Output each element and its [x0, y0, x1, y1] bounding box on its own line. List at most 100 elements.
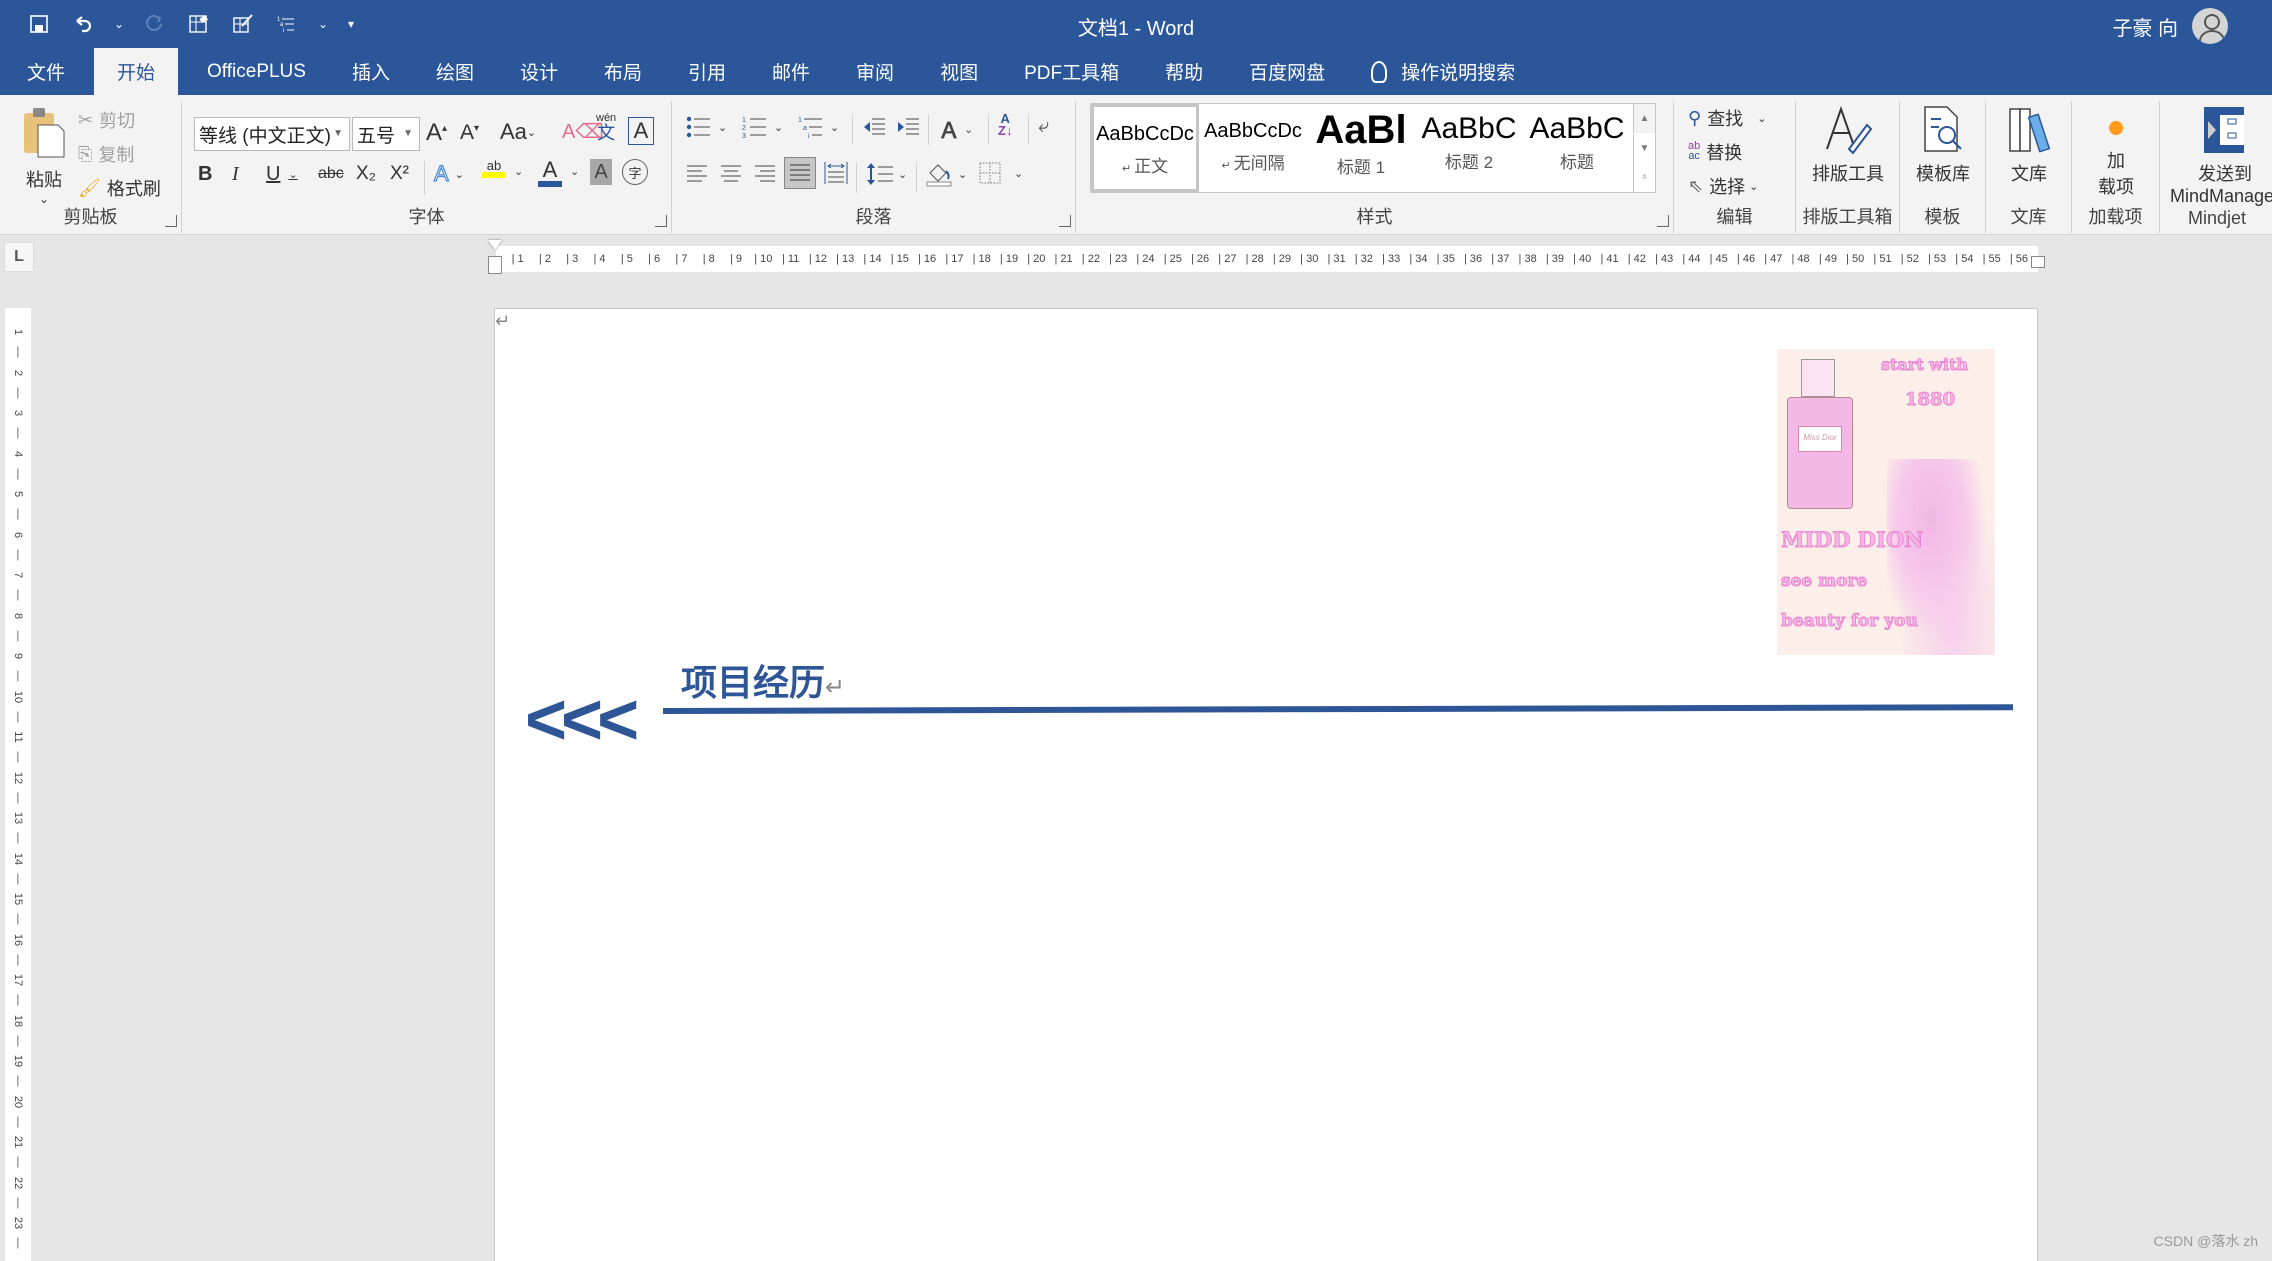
right-indent-handle[interactable]	[2031, 256, 2045, 268]
layout-tools-button[interactable]: 排版工具	[1796, 105, 1900, 186]
gallery-scroll-down-icon[interactable]: ▼	[1633, 134, 1655, 163]
ruler-tick: —	[12, 549, 24, 560]
font-size-combo[interactable]: 五号 ▼	[352, 117, 420, 151]
send-to-mindmanager-button[interactable]: 发送到 MindManager	[2160, 105, 2272, 207]
copy-button[interactable]: ⎘ 复制	[78, 141, 134, 167]
inserted-poster-image[interactable]: Miss Dior start with 1880 MIDD DION see …	[1777, 349, 1995, 655]
character-border-button[interactable]: A	[628, 117, 654, 145]
tab-insert[interactable]: 插入	[329, 48, 413, 95]
tell-me-search[interactable]: 操作说明搜索	[1348, 48, 1538, 95]
gallery-scroll-up-icon[interactable]: ▲	[1633, 104, 1655, 133]
user-name: 子豪 向	[2112, 17, 2178, 40]
svg-text:a: a	[803, 125, 807, 132]
italic-button[interactable]: I	[232, 163, 239, 186]
tab-selector[interactable]: L	[4, 242, 34, 272]
line-spacing-button[interactable]: ⌄	[866, 161, 907, 187]
tab-baidu-netdisk[interactable]: 百度网盘	[1226, 48, 1348, 95]
library-button[interactable]: 文库	[1986, 105, 2072, 186]
font-launcher-icon[interactable]	[655, 215, 667, 227]
text-effects-button[interactable]: A ⌄	[433, 160, 463, 187]
ruler-tick-label: 22	[12, 1176, 24, 1189]
show-marks-button[interactable]: ⤶	[1038, 115, 1049, 138]
format-painter-button[interactable]: 🖌 格式刷	[78, 175, 161, 201]
font-color-dropdown-icon[interactable]: ⌄	[570, 165, 579, 178]
style-title[interactable]: AaBbC 标题	[1523, 104, 1631, 192]
align-center-button[interactable]	[720, 163, 742, 185]
paragraph-mark-icon: ⤶	[1038, 115, 1050, 137]
highlight-button[interactable]: ab	[482, 159, 506, 178]
chinese-layout-icon: Ａ	[938, 118, 961, 143]
align-right-button[interactable]	[754, 163, 776, 185]
superscript-button[interactable]: X²	[390, 163, 409, 185]
find-button[interactable]: ⚲ 查找 ⌄	[1688, 105, 1766, 131]
cut-button[interactable]: ✂ 剪切	[78, 107, 135, 133]
bold-button[interactable]: B	[198, 163, 212, 186]
grow-font-button[interactable]: A▴	[426, 119, 447, 147]
highlight-dropdown-icon[interactable]: ⌄	[514, 165, 523, 178]
styles-launcher-icon[interactable]	[1657, 215, 1669, 227]
tab-review[interactable]: 审阅	[833, 48, 917, 95]
shading-button[interactable]: ⌄	[926, 161, 967, 187]
tell-me-label: 操作说明搜索	[1401, 63, 1516, 84]
shrink-font-button[interactable]: A▾	[460, 121, 479, 145]
tab-draw[interactable]: 绘图	[413, 48, 497, 95]
user-avatar-icon[interactable]	[2192, 8, 2228, 44]
justify-button[interactable]	[784, 157, 816, 189]
ruler-tick-label: 8	[12, 612, 24, 619]
style-normal[interactable]: AaBbCcDc ↵ 正文	[1091, 104, 1199, 192]
font-color-button[interactable]: A	[538, 159, 562, 187]
tab-home[interactable]: 开始	[94, 48, 179, 95]
vertical-ruler[interactable]: 1 — 2 — 3 — 4 — 5 — 6 — 7 — 8 — 9 — 10 — 11 — 12 — 13 — 14 — 15 — 16 — 1…	[5, 308, 31, 1261]
bullets-button[interactable]: ⌄	[686, 115, 727, 139]
style-heading-1[interactable]: AaBl 标题 1	[1307, 104, 1415, 192]
replace-button[interactable]: ab ac 替换	[1688, 139, 1742, 165]
first-line-indent-handle[interactable]	[488, 240, 502, 250]
tab-design[interactable]: 设计	[497, 48, 581, 95]
gallery-more-icon[interactable]: ⩡	[1633, 163, 1655, 192]
paste-button[interactable]: 粘贴 ⌄	[16, 105, 72, 206]
character-shading-button[interactable]: A	[590, 159, 612, 185]
clipboard-launcher-icon[interactable]	[165, 215, 177, 227]
enclose-characters-button[interactable]: 字	[622, 159, 648, 185]
chinese-layout-button[interactable]: Ａ ⌄	[938, 113, 973, 145]
subscript-button[interactable]: X₂	[356, 163, 376, 185]
change-case-button[interactable]: Aa ⌄	[500, 119, 536, 145]
ruler-tick-label: | 10	[754, 253, 773, 265]
underline-button[interactable]: U ⌄	[266, 163, 298, 186]
template-library-button[interactable]: 模板库	[1900, 105, 1986, 186]
user-account[interactable]: 子豪 向	[2112, 8, 2228, 44]
svg-text:i: i	[808, 133, 810, 139]
select-button[interactable]: ⇖ 选择 ⌄	[1688, 173, 1758, 199]
tab-officeplus[interactable]: OfficePLUS	[184, 48, 329, 95]
character-border-icon: A	[633, 118, 649, 143]
section-heading[interactable]: 项目经历↵	[681, 654, 845, 706]
sort-button[interactable]: A Z↓	[998, 112, 1012, 136]
document-search-icon	[1924, 106, 1962, 152]
document-page[interactable]: ↵ Miss Dior start with 1880 MIDD DION se…	[494, 308, 2038, 1261]
strikethrough-button[interactable]: abc	[318, 165, 344, 183]
tab-mailings[interactable]: 邮件	[749, 48, 833, 95]
tab-layout[interactable]: 布局	[581, 48, 665, 95]
tab-help[interactable]: 帮助	[1142, 48, 1226, 95]
tab-file[interactable]: 文件	[4, 48, 88, 95]
phonetic-guide-button[interactable]: wén 文	[596, 113, 616, 143]
align-left-button[interactable]	[686, 163, 708, 185]
style-heading-2[interactable]: AaBbC 标题 2	[1415, 104, 1523, 192]
paragraph-launcher-icon[interactable]	[1059, 215, 1071, 227]
decrease-indent-button[interactable]	[862, 115, 886, 139]
horizontal-ruler[interactable]: | 1 | 2 | 3 | 4 | 5 | 6 | 7 | 8 | 9 | 10 | 11 | 12 |…	[496, 246, 2038, 272]
addins-button[interactable]: 加 载项	[2072, 105, 2160, 199]
tab-view[interactable]: 视图	[917, 48, 1001, 95]
left-indent-handle[interactable]	[488, 256, 502, 274]
multilevel-list-icon: 1ai	[798, 117, 822, 139]
font-name-combo[interactable]: 等线 (中文正文) ▼	[194, 117, 350, 151]
borders-button[interactable]: ⌄	[978, 161, 1023, 185]
increase-indent-button[interactable]	[896, 115, 920, 139]
distributed-button[interactable]	[824, 161, 848, 185]
tab-pdf-toolbox[interactable]: PDF工具箱	[1001, 48, 1142, 95]
chevron-decoration: <<<	[525, 680, 639, 760]
tab-references[interactable]: 引用	[665, 48, 749, 95]
multilevel-list-button[interactable]: 1 a i ⌄	[798, 115, 839, 139]
numbering-button[interactable]: 1 2 3 ⌄	[742, 115, 783, 139]
style-no-spacing[interactable]: AaBbCcDc ↵ 无间隔	[1199, 104, 1307, 192]
